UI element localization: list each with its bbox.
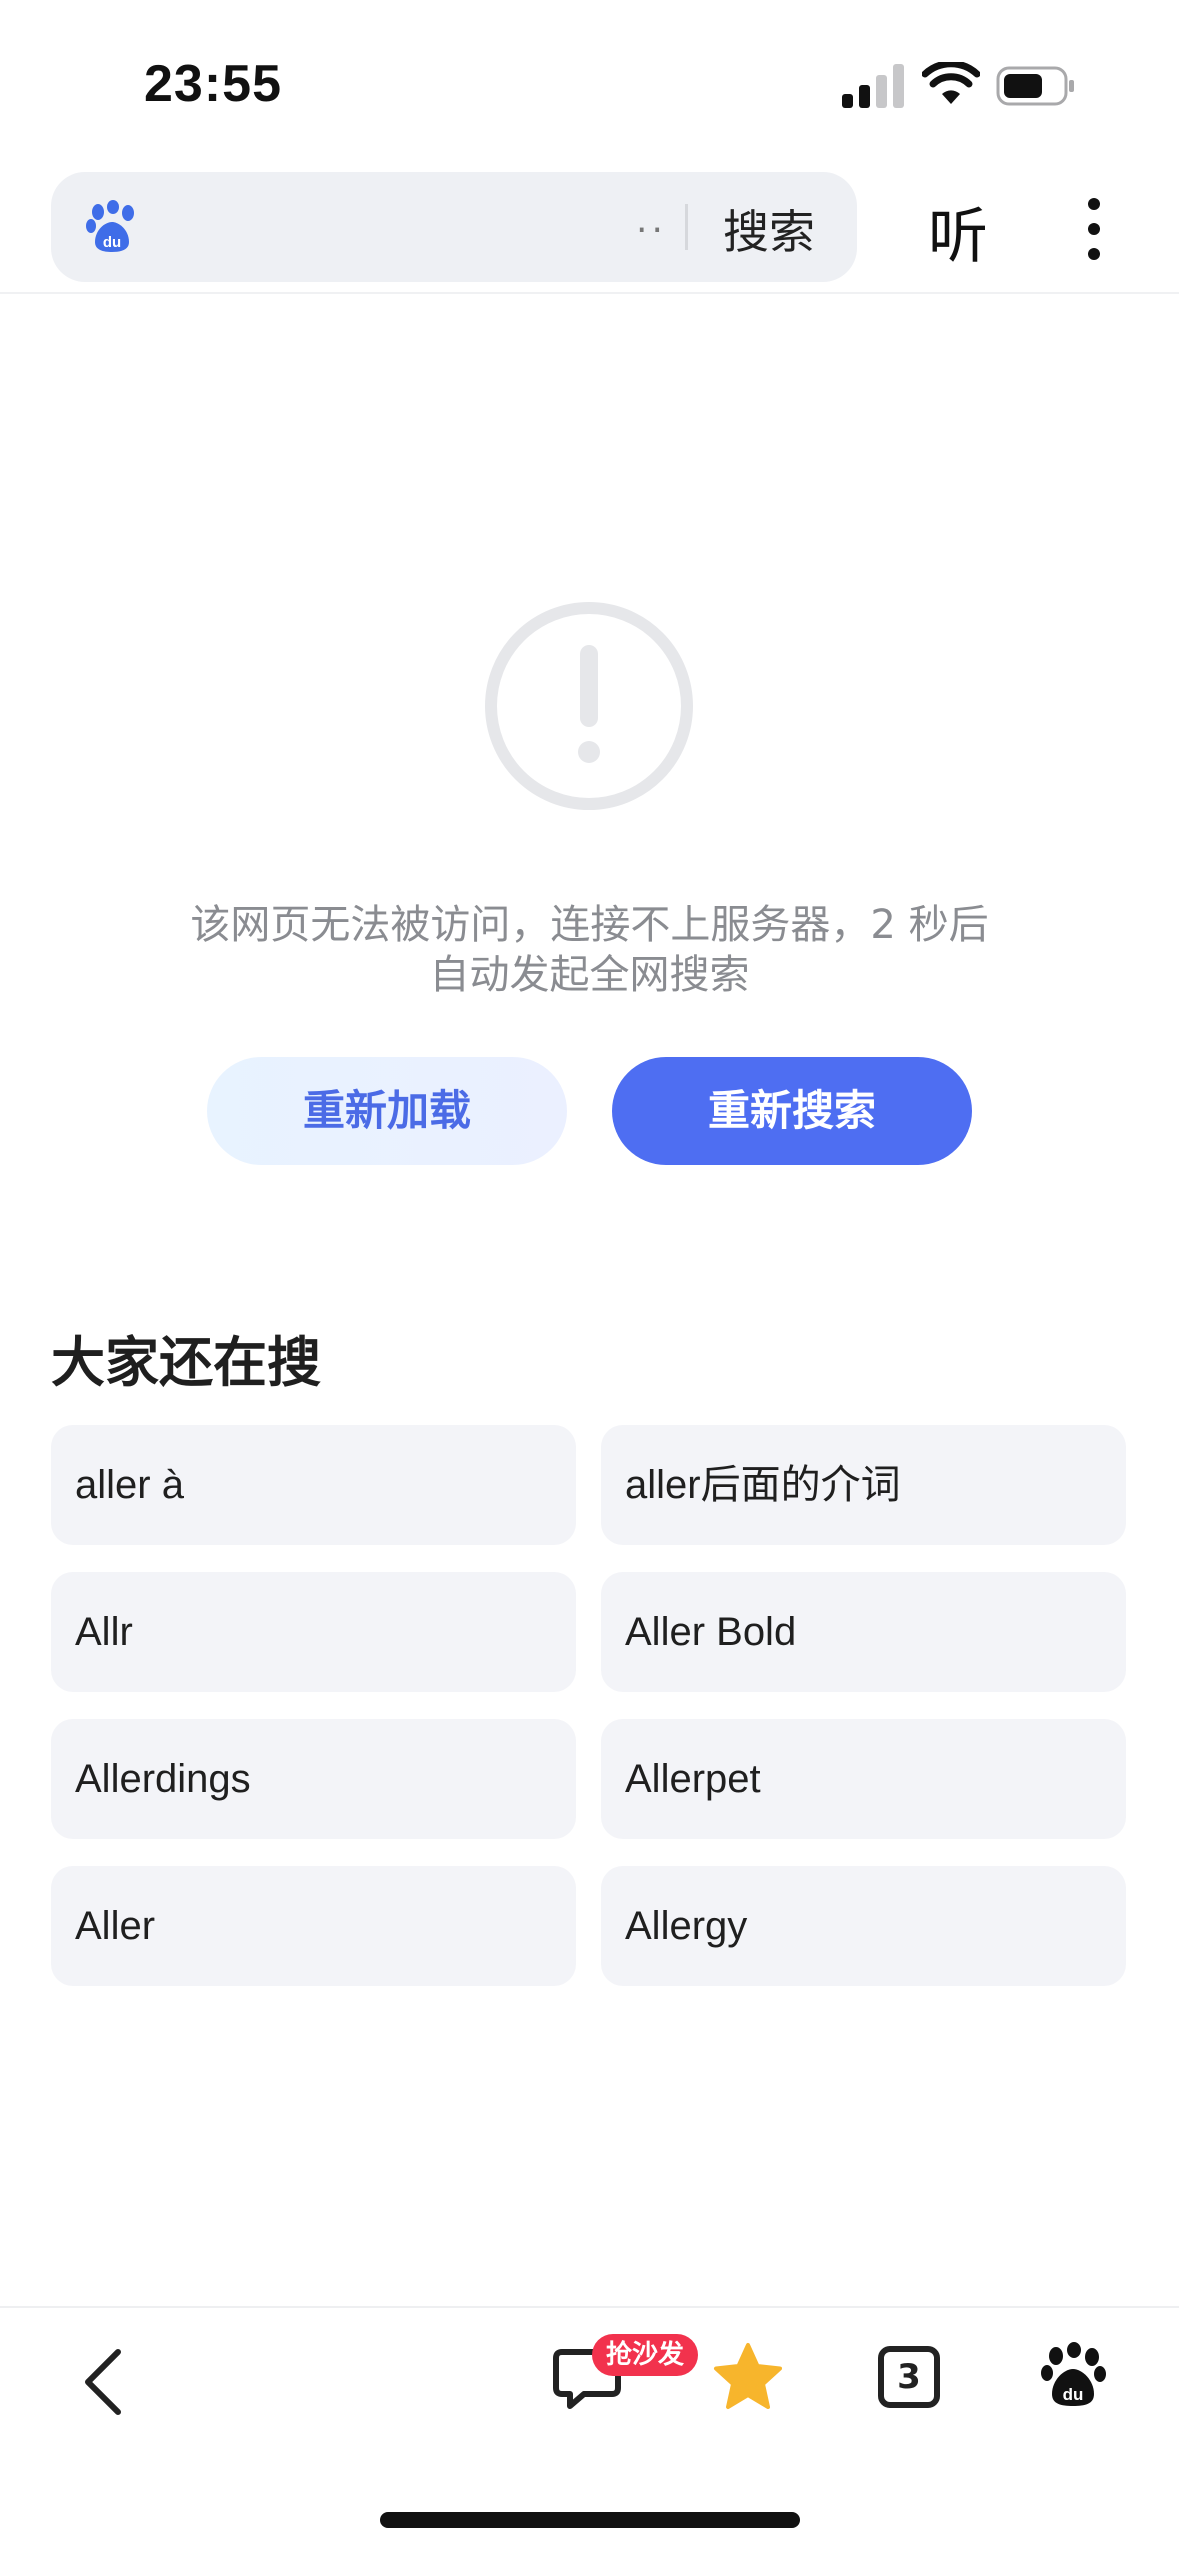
related-search-chip[interactable]: Aller Bold: [601, 1572, 1126, 1692]
research-button[interactable]: 重新搜索: [612, 1057, 972, 1165]
related-search-chip[interactable]: aller后面的介词: [601, 1425, 1126, 1545]
baidu-paw-icon: du: [86, 200, 134, 252]
query-preview: ..: [636, 200, 667, 241]
back-arrow-icon[interactable]: [78, 2346, 128, 2418]
status-time: 23:55: [144, 55, 282, 113]
search-button[interactable]: 搜索: [723, 196, 815, 262]
address-search-bar[interactable]: du .. 搜索: [51, 172, 857, 282]
related-search-chip[interactable]: Allerdings: [51, 1719, 576, 1839]
home-indicator[interactable]: [380, 2512, 800, 2528]
svg-text:du: du: [1063, 2385, 1084, 2404]
wifi-icon: [922, 62, 980, 104]
header-divider: [0, 292, 1179, 294]
tabs-count-icon[interactable]: 3: [878, 2346, 940, 2408]
favorite-star-icon[interactable]: [712, 2342, 784, 2412]
battery-icon: [996, 66, 1074, 106]
comment-badge: 抢沙发: [592, 2334, 699, 2376]
more-options-icon[interactable]: [1078, 196, 1110, 262]
related-searches-title: 大家还在搜: [51, 1331, 321, 1394]
cellular-signal-icon: [842, 64, 904, 108]
related-search-chip[interactable]: Aller: [51, 1866, 576, 1986]
reload-button[interactable]: 重新加载: [207, 1057, 567, 1165]
search-divider: [685, 204, 688, 250]
listen-button[interactable]: 听: [928, 188, 988, 275]
related-search-chip[interactable]: Allr: [51, 1572, 576, 1692]
error-message-line1: 该网页无法被访问，连接不上服务器，2 秒后: [190, 902, 989, 948]
svg-text:du: du: [103, 234, 121, 251]
related-search-chip[interactable]: aller à: [51, 1425, 576, 1545]
toolbar-divider: [0, 2306, 1179, 2308]
related-search-chip[interactable]: Allergy: [601, 1866, 1126, 1986]
baidu-home-icon[interactable]: du: [1040, 2342, 1106, 2408]
error-exclamation-icon: [485, 602, 693, 810]
error-message-line2: 自动发起全网搜索: [429, 952, 750, 998]
related-search-chip[interactable]: Allerpet: [601, 1719, 1126, 1839]
error-message: 该网页无法被访问，连接不上服务器，2 秒后 自动发起全网搜索: [120, 900, 1059, 1000]
status-bar: 23:55: [0, 0, 1179, 170]
